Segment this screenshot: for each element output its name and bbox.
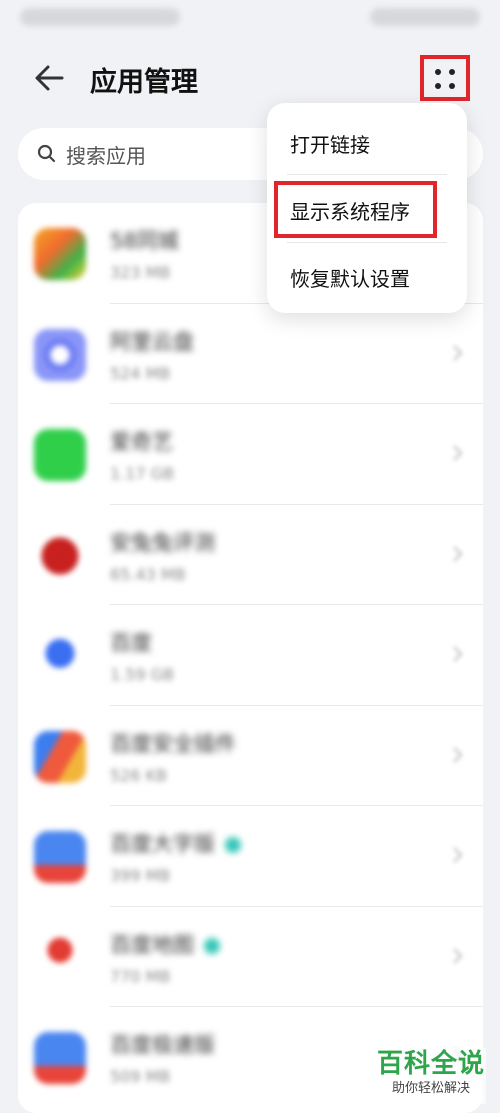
verified-badge-icon xyxy=(225,837,241,853)
highlight-box xyxy=(274,181,437,238)
search-placeholder: 搜索应用 xyxy=(66,144,146,168)
app-icon-aliyun xyxy=(34,328,86,381)
app-name: 安兔兔评测 xyxy=(110,530,215,555)
status-right-blurred xyxy=(370,8,480,26)
list-item[interactable]: 百度 1.59 GB xyxy=(18,605,483,706)
app-size: 526 KB xyxy=(110,765,168,785)
chevron-right-icon xyxy=(453,545,463,562)
menu-item-restore-defaults[interactable]: 恢复默认设置 xyxy=(290,263,410,292)
watermark: 百科全说 助你轻松解决 xyxy=(376,1048,486,1104)
more-dot xyxy=(435,83,441,89)
app-icon-baidu-large xyxy=(34,831,86,883)
app-name: 58同城 xyxy=(110,229,179,253)
app-icon-iqiyi xyxy=(34,429,86,481)
chevron-right-icon xyxy=(453,646,463,662)
app-name: 百度极速版 xyxy=(110,1033,215,1057)
app-header: 应用管理 xyxy=(0,50,500,106)
app-icon-baidu-security xyxy=(34,730,86,783)
list-item[interactable]: 阿里云盘 524 MB xyxy=(18,304,483,404)
app-size: 323 MB xyxy=(110,263,171,282)
menu-divider xyxy=(287,242,447,243)
chevron-right-icon xyxy=(453,746,463,763)
app-icon-antutu xyxy=(34,529,86,582)
watermark-subtitle: 助你轻松解决 xyxy=(391,1081,470,1096)
app-size: 65.43 MB xyxy=(110,564,186,584)
app-size: 509 MB xyxy=(110,1067,171,1086)
page-title: 应用管理 xyxy=(90,67,198,98)
verified-badge-icon xyxy=(204,937,220,954)
more-dot xyxy=(449,69,455,75)
app-size: 1.59 GB xyxy=(110,665,175,684)
search-icon xyxy=(37,144,56,163)
list-item[interactable]: 百度安全插件 526 KB xyxy=(18,706,483,806)
app-icon-baidu-lite xyxy=(34,1032,86,1084)
app-name: 百度大字版 xyxy=(110,828,241,858)
app-name: 百度地图 xyxy=(110,929,220,959)
back-arrow-icon xyxy=(35,65,64,91)
app-name-text: 百度大字版 xyxy=(110,832,215,856)
chevron-right-icon xyxy=(453,445,463,461)
app-size: 1.17 GB xyxy=(110,464,175,483)
app-size: 770 MB xyxy=(110,966,171,986)
more-dot xyxy=(449,83,455,89)
menu-item-open-link[interactable]: 打开链接 xyxy=(290,129,370,158)
list-item[interactable]: 安兔兔评测 65.43 MB xyxy=(18,505,483,605)
chevron-right-icon xyxy=(453,847,463,863)
list-item[interactable]: 爱奇艺 1.17 GB xyxy=(18,404,483,505)
list-item[interactable]: 百度地图 770 MB xyxy=(18,907,483,1007)
app-name: 阿里云盘 xyxy=(110,329,194,354)
app-name-text: 百度地图 xyxy=(110,932,194,957)
app-name: 百度安全插件 xyxy=(110,731,236,756)
app-icon-baidu-map xyxy=(34,931,86,984)
more-dots-icon xyxy=(435,69,441,75)
chevron-right-icon xyxy=(453,947,463,964)
app-icon-58 xyxy=(34,228,86,280)
app-size: 399 MB xyxy=(110,866,171,885)
watermark-title: 百科全说 xyxy=(376,1049,485,1079)
app-name: 爱奇艺 xyxy=(110,430,173,454)
chevron-right-icon xyxy=(453,344,463,361)
back-button[interactable] xyxy=(30,58,70,98)
app-name: 百度 xyxy=(110,631,152,655)
status-left-blurred xyxy=(20,8,180,26)
app-icon-baidu xyxy=(34,630,86,682)
status-bar xyxy=(0,0,500,40)
list-item[interactable]: 百度大字版 399 MB xyxy=(18,806,483,907)
more-options-button[interactable] xyxy=(420,55,470,101)
menu-divider xyxy=(287,174,447,175)
app-size: 524 MB xyxy=(110,363,171,383)
app-list: 58同城 323 MB 阿里云盘 524 MB 爱奇艺 1.17 GB 安兔兔评… xyxy=(18,203,483,1113)
